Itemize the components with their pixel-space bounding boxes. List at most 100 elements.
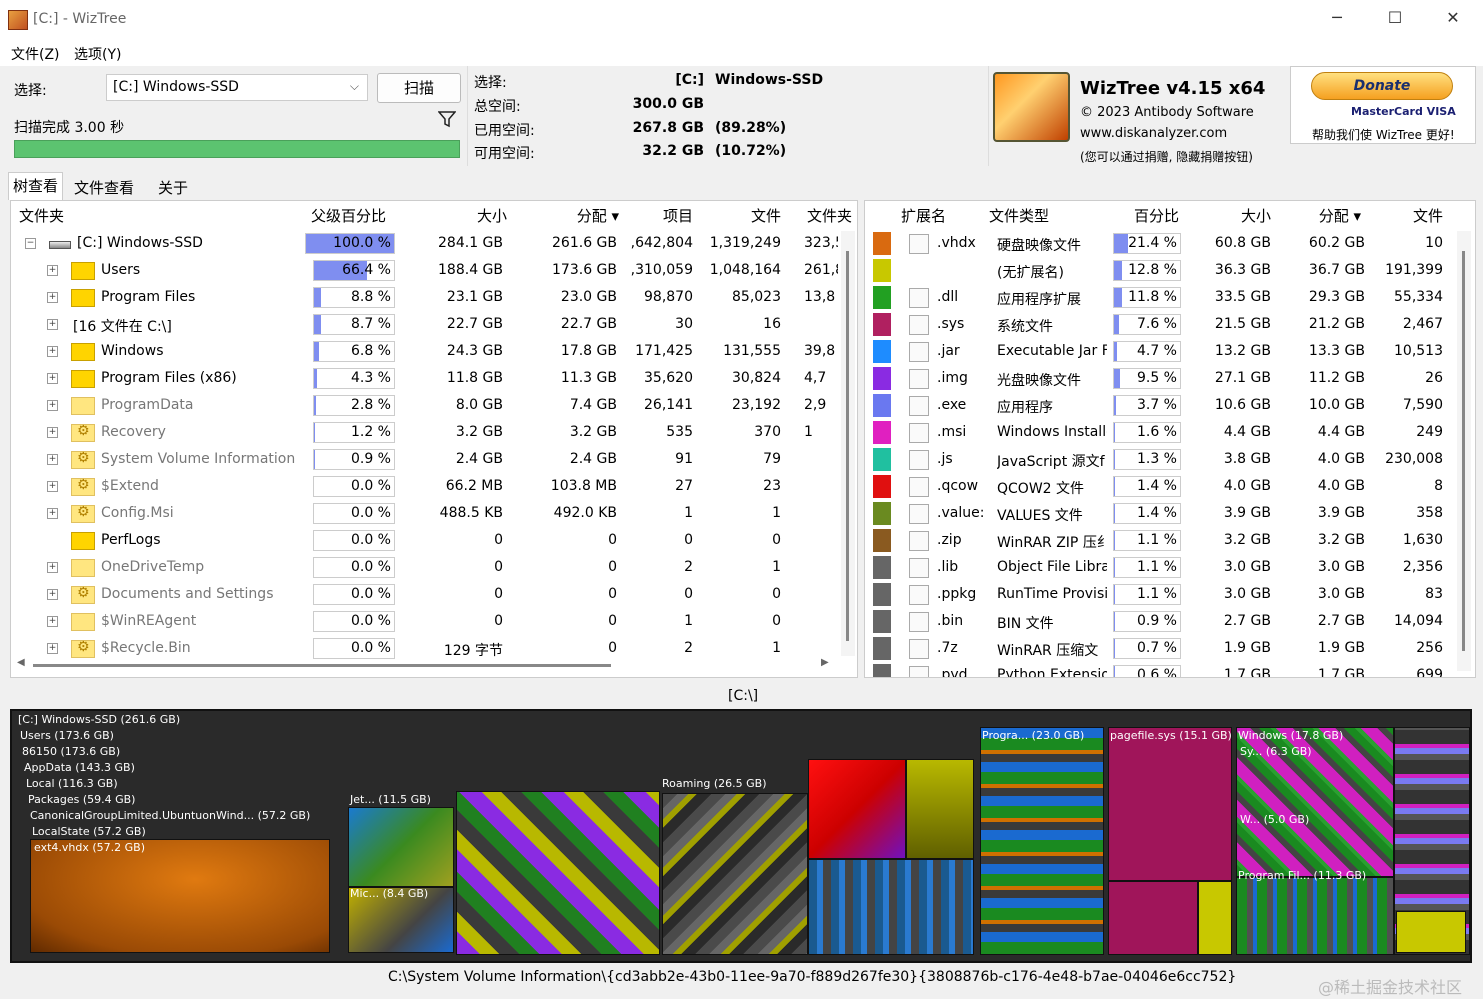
expand-toggle-icon[interactable]: + bbox=[47, 292, 58, 303]
tab-about[interactable]: 关于 bbox=[154, 175, 192, 200]
ext-row[interactable]: .jar Executable Jar Fi 4.7 % 13.2 GB 13.3 GB… bbox=[865, 338, 1475, 365]
tree-row[interactable]: + $WinREAgent 0.0 % 0 0 1 0 bbox=[11, 608, 857, 635]
scroll-left-icon[interactable]: ◀ bbox=[17, 657, 25, 668]
treemap-program-files[interactable] bbox=[980, 727, 1104, 955]
tree-row[interactable]: + Config.Msi 0.0 % 488.5 KB 492.0 KB 1 1 bbox=[11, 500, 857, 527]
expand-toggle-icon[interactable]: + bbox=[47, 319, 58, 330]
ext-row[interactable]: .vhdx 硬盘映像文件 21.4 % 60.8 GB 60.2 GB 10 bbox=[865, 230, 1475, 257]
tree-vscrollbar[interactable] bbox=[841, 231, 855, 656]
ext-vscrollbar[interactable] bbox=[1457, 231, 1471, 671]
donate-button[interactable]: Donate bbox=[1311, 72, 1453, 100]
tree-size: 3.2 GB bbox=[455, 424, 503, 440]
col-alloc[interactable]: 分配 ▾ bbox=[521, 205, 619, 226]
treemap-blue-grid[interactable] bbox=[808, 859, 974, 955]
col-ext-files[interactable]: 文件 bbox=[1375, 205, 1443, 226]
scroll-right-icon[interactable]: ▶ bbox=[821, 657, 829, 668]
treemap-pagefile[interactable] bbox=[1108, 727, 1232, 881]
ext-row[interactable]: .zip WinRAR ZIP 压纟 1.1 % 3.2 GB 3.2 GB 1,630 bbox=[865, 527, 1475, 554]
ext-row[interactable]: .value: VALUES 文件 1.4 % 3.9 GB 3.9 GB 358 bbox=[865, 500, 1475, 527]
tree-row[interactable]: + $Extend 0.0 % 66.2 MB 103.8 MB 27 23 bbox=[11, 473, 857, 500]
ext-row[interactable]: .bin BIN 文件 0.9 % 2.7 GB 2.7 GB 14,094 bbox=[865, 608, 1475, 635]
col-size[interactable]: 大小 bbox=[411, 205, 507, 226]
tree-row[interactable]: + OneDriveTemp 0.0 % 0 0 2 1 bbox=[11, 554, 857, 581]
expand-toggle-icon[interactable]: + bbox=[47, 346, 58, 357]
treemap-pagefile-2[interactable] bbox=[1108, 881, 1198, 955]
ext-vscroll-thumb[interactable] bbox=[1462, 251, 1465, 651]
scan-button[interactable]: 扫描 bbox=[377, 73, 461, 103]
ext-row[interactable]: .msi Windows Installe 1.6 % 4.4 GB 4.4 GB 249 bbox=[865, 419, 1475, 446]
col-items[interactable]: 项目 bbox=[631, 205, 693, 226]
ext-row[interactable]: .ppkg RunTime Provisi 1.1 % 3.0 GB 3.0 GB 83 bbox=[865, 581, 1475, 608]
treemap-program-files-x86[interactable] bbox=[1236, 877, 1394, 955]
tree-row[interactable]: PerfLogs 0.0 % 0 0 0 0 bbox=[11, 527, 857, 554]
tree-vscroll-thumb[interactable] bbox=[846, 251, 849, 641]
treemap-ext4vhdx[interactable] bbox=[30, 839, 330, 953]
expand-toggle-icon[interactable]: + bbox=[47, 373, 58, 384]
tab-tree-view[interactable]: 树查看 bbox=[8, 172, 64, 200]
website-link[interactable]: www.diskanalyzer.com bbox=[1080, 126, 1227, 141]
expand-toggle-icon[interactable]: + bbox=[47, 427, 58, 438]
ext-row[interactable]: .qcow QCOW2 文件 1.4 % 4.0 GB 4.0 GB 8 bbox=[865, 473, 1475, 500]
treemap-block-a[interactable] bbox=[456, 791, 660, 955]
col-percent[interactable]: 百分比 bbox=[1113, 205, 1179, 226]
tree-hscroll-thumb[interactable] bbox=[33, 664, 611, 667]
tree-row[interactable]: + System Volume Information 0.9 % 2.4 GB 2.4… bbox=[11, 446, 857, 473]
treemap[interactable]: [C:] Windows-SSD (261.6 GB) Users (173.6… bbox=[10, 709, 1472, 963]
tree-row[interactable]: + Recovery 1.2 % 3.2 GB 3.2 GB 535 370 1 bbox=[11, 419, 857, 446]
menu-options[interactable]: 选项(Y) bbox=[74, 44, 121, 64]
ext-row[interactable]: .dll 应用程序扩展 11.8 % 33.5 GB 29.3 GB 55,334 bbox=[865, 284, 1475, 311]
col-ext-alloc[interactable]: 分配 ▾ bbox=[1285, 205, 1361, 226]
expand-toggle-icon[interactable]: + bbox=[47, 589, 58, 600]
expand-toggle-icon[interactable]: + bbox=[47, 481, 58, 492]
expand-toggle-icon[interactable]: + bbox=[47, 508, 58, 519]
expand-toggle-icon[interactable]: + bbox=[47, 265, 58, 276]
expand-toggle-icon[interactable]: − bbox=[25, 238, 36, 249]
ext-row[interactable]: (无扩展名) 12.8 % 36.3 GB 36.7 GB 191,399 bbox=[865, 257, 1475, 284]
col-filetype[interactable]: 文件类型 bbox=[989, 205, 1049, 226]
tree-row[interactable]: + Program Files 8.8 % 23.1 GB 23.0 GB 98,870 8… bbox=[11, 284, 857, 311]
col-files[interactable]: 文件 bbox=[701, 205, 781, 226]
ext-row[interactable]: .7z WinRAR 压缩文 0.7 % 1.9 GB 1.9 GB 256 bbox=[865, 635, 1475, 662]
ext-row[interactable]: .sys 系统文件 7.6 % 21.5 GB 21.2 GB 2,467 bbox=[865, 311, 1475, 338]
col-folders[interactable]: 文件夹 bbox=[807, 205, 852, 226]
tree-row[interactable]: + Documents and Settings 0.0 % 0 0 0 0 bbox=[11, 581, 857, 608]
tree-row[interactable]: + ProgramData 2.8 % 8.0 GB 7.4 GB 26,141 23,19… bbox=[11, 392, 857, 419]
treemap-yellow[interactable] bbox=[906, 759, 974, 859]
ext-row[interactable]: .img 光盘映像文件 9.5 % 27.1 GB 11.2 GB 26 bbox=[865, 365, 1475, 392]
expand-toggle-icon[interactable]: + bbox=[47, 400, 58, 411]
treemap-red[interactable] bbox=[808, 759, 906, 859]
tree-row[interactable]: − [C:] Windows-SSD 100.0 % 284.1 GB 261.6 GB… bbox=[11, 230, 857, 257]
tree-row[interactable]: + Users 66.4 % 188.4 GB 173.6 GB ,310,059 1,04… bbox=[11, 257, 857, 284]
tree-row[interactable]: + Windows 6.8 % 24.3 GB 17.8 GB 171,425 131,55… bbox=[11, 338, 857, 365]
expand-toggle-icon[interactable]: + bbox=[47, 616, 58, 627]
ext-row[interactable]: .js JavaScript 源文f 1.3 % 3.8 GB 4.0 GB 230,00… bbox=[865, 446, 1475, 473]
expand-toggle-icon[interactable]: + bbox=[47, 643, 58, 654]
folder-tree-table[interactable]: 文件夹 父级百分比 大小 分配 ▾ 项目 文件 文件夹 − [C:] Window… bbox=[10, 200, 858, 678]
treemap-roaming[interactable] bbox=[662, 793, 808, 955]
tree-row[interactable]: + [16 文件在 C:\] 8.7 % 22.7 GB 22.7 GB 30 16 bbox=[11, 311, 857, 338]
close-button[interactable]: ✕ bbox=[1430, 8, 1476, 32]
expand-toggle-icon[interactable]: + bbox=[47, 454, 58, 465]
ext-row[interactable]: .lib Object File Libra 1.1 % 3.0 GB 3.0 GB 2,… bbox=[865, 554, 1475, 581]
treemap-yellow-2[interactable] bbox=[1198, 881, 1232, 955]
expand-toggle-icon[interactable]: + bbox=[47, 562, 58, 573]
col-ext[interactable]: 扩展名 bbox=[901, 205, 946, 226]
ext-alloc: 3.0 GB bbox=[1317, 586, 1365, 602]
col-ext-size[interactable]: 大小 bbox=[1185, 205, 1271, 226]
ext-row[interactable]: .exe 应用程序 3.7 % 10.6 GB 10.0 GB 7,590 bbox=[865, 392, 1475, 419]
treemap-jet[interactable] bbox=[348, 807, 454, 887]
extension-table[interactable]: 扩展名 文件类型 百分比 大小 分配 ▾ 文件 .vhdx 硬盘映像文件 21.4 … bbox=[864, 200, 1476, 678]
tree-row[interactable]: + $Recycle.Bin 0.0 % 129 字节 0 2 1 bbox=[11, 635, 857, 662]
tab-file-view[interactable]: 文件查看 bbox=[70, 175, 138, 200]
treemap-yellow-3[interactable] bbox=[1396, 911, 1466, 953]
filter-icon[interactable] bbox=[438, 110, 456, 128]
maximize-button[interactable]: ☐ bbox=[1372, 8, 1418, 32]
drive-select[interactable]: [C:] Windows-SSD ⌵ bbox=[106, 74, 368, 101]
ext-row[interactable]: .pyd Python Extensior 0.6 % 1.7 GB 1.7 GB 699 bbox=[865, 662, 1475, 677]
menu-file[interactable]: 文件(Z) bbox=[11, 44, 60, 64]
tree-row[interactable]: + Program Files (x86) 4.3 % 11.8 GB 11.3 GB 3… bbox=[11, 365, 857, 392]
minimize-button[interactable]: ─ bbox=[1314, 8, 1360, 32]
col-parent-pct[interactable]: 父级百分比 bbox=[311, 205, 386, 226]
tree-folders: 4,7 bbox=[804, 370, 827, 386]
col-folder[interactable]: 文件夹 bbox=[19, 205, 64, 226]
